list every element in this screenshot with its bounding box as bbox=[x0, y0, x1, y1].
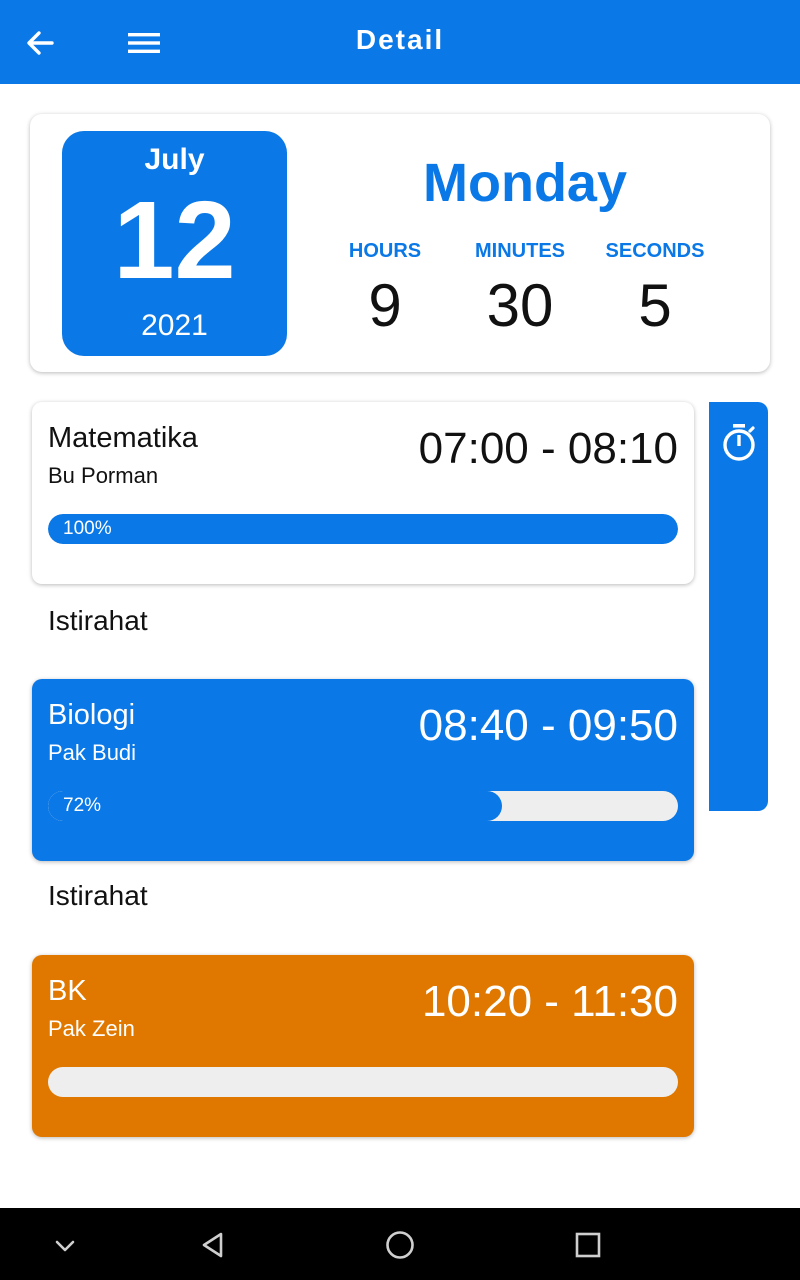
time-range: 07:00 - 08:10 bbox=[418, 424, 678, 473]
teacher-name: Bu Porman bbox=[48, 463, 159, 488]
progress-bar bbox=[48, 1067, 678, 1097]
app-bar: Detail bbox=[0, 0, 800, 84]
schedule-card[interactable]: BK Pak Zein 10:20 - 11:30 bbox=[32, 955, 694, 1137]
home-circle-icon[interactable] bbox=[383, 1228, 417, 1262]
minutes-label: MINUTES bbox=[475, 240, 565, 262]
back-triangle-icon[interactable] bbox=[196, 1228, 230, 1262]
teacher-name: Pak Budi bbox=[48, 740, 137, 765]
break-label: Istirahat bbox=[48, 880, 148, 911]
schedule-card[interactable]: Matematika Bu Porman 07:00 - 08:10 100% bbox=[32, 402, 694, 584]
break-label: Istirahat bbox=[48, 605, 148, 636]
schedule-card[interactable]: Biologi Pak Budi 08:40 - 09:50 72% bbox=[32, 679, 694, 861]
month-label: July bbox=[144, 143, 205, 176]
progress-bar: 100% bbox=[48, 514, 678, 544]
progress-fill bbox=[48, 514, 678, 544]
date-box: July 12 2021 bbox=[62, 131, 287, 356]
side-panel[interactable] bbox=[709, 402, 768, 811]
hours-column: HOURS 9 bbox=[315, 240, 455, 340]
minutes-column: MINUTES 30 bbox=[450, 240, 590, 340]
recents-square-icon[interactable] bbox=[571, 1228, 605, 1262]
subject-name: Biologi bbox=[48, 699, 136, 731]
hours-value: 9 bbox=[368, 272, 402, 339]
hours-label: HOURS bbox=[348, 240, 422, 262]
stopwatch-icon[interactable] bbox=[720, 422, 758, 462]
seconds-column: SECONDS 5 bbox=[585, 240, 725, 340]
system-nav-bar bbox=[0, 1208, 800, 1280]
progress-label: 72% bbox=[63, 795, 102, 816]
progress-label: 100% bbox=[63, 518, 112, 539]
chevron-down-icon[interactable] bbox=[48, 1228, 82, 1262]
time-range: 08:40 - 09:50 bbox=[418, 701, 678, 750]
seconds-label: SECONDS bbox=[605, 240, 705, 262]
subject-name: Matematika bbox=[48, 422, 198, 454]
time-range: 10:20 - 11:30 bbox=[421, 977, 678, 1026]
day-number: 12 bbox=[113, 179, 236, 302]
teacher-name: Pak Zein bbox=[48, 1016, 135, 1041]
subject-name: BK bbox=[48, 975, 87, 1007]
minutes-value: 30 bbox=[486, 272, 554, 339]
seconds-value: 5 bbox=[638, 272, 672, 339]
year-label: 2021 bbox=[141, 309, 208, 342]
page-title: Detail bbox=[355, 24, 445, 55]
weekday-label: Monday bbox=[422, 153, 627, 213]
progress-bar: 72% bbox=[48, 791, 678, 821]
progress-fill bbox=[48, 791, 502, 821]
date-time-card: July 12 2021 Monday HOURS 9 MINUTES 30 S… bbox=[30, 114, 770, 372]
